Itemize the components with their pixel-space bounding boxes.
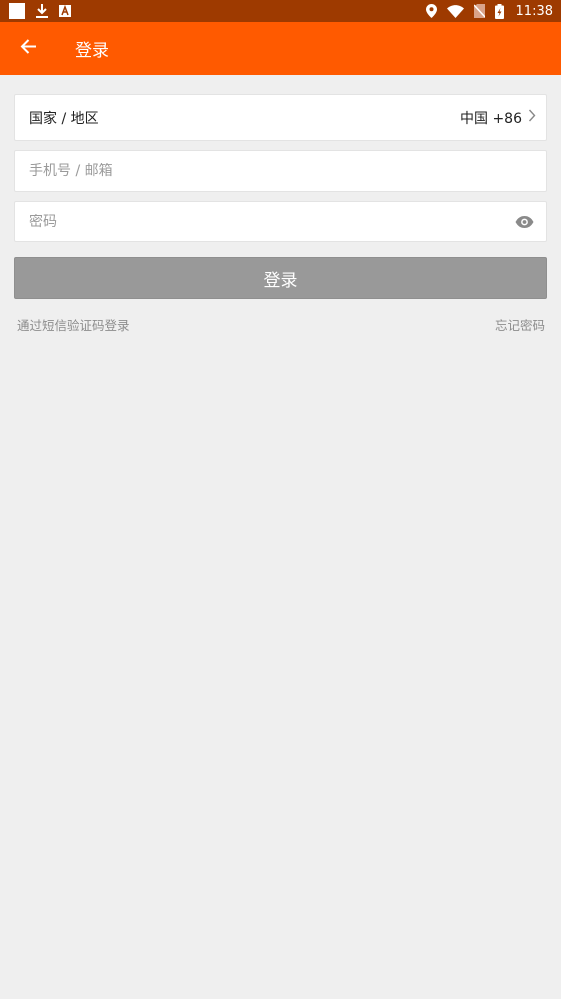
page-title: 登录 xyxy=(75,41,109,61)
login-button[interactable]: 登录 xyxy=(14,257,547,299)
download-icon xyxy=(35,3,49,19)
eye-icon[interactable] xyxy=(513,210,536,234)
font-a-icon xyxy=(59,5,71,17)
status-bar: 11:38 xyxy=(0,0,561,22)
country-selector[interactable]: 中国 +86 xyxy=(460,108,536,128)
app-bar: 登录 xyxy=(0,22,561,75)
status-right: 11:38 xyxy=(425,3,553,19)
arrow-left-icon xyxy=(20,38,37,59)
login-form: 国家 / 地区 中国 +86 登录 通过短信验证码登录 忘记密码 xyxy=(14,94,547,334)
country-region-row[interactable]: 国家 / 地区 中国 +86 xyxy=(14,94,547,141)
login-links: 通过短信验证码登录 忘记密码 xyxy=(14,315,547,334)
location-icon xyxy=(425,4,437,18)
phone-email-input[interactable] xyxy=(29,163,536,179)
battery-charging-icon xyxy=(494,3,504,19)
password-input[interactable] xyxy=(29,213,514,230)
forgot-password-link[interactable]: 忘记密码 xyxy=(495,315,545,334)
sms-login-link[interactable]: 通过短信验证码登录 xyxy=(17,315,130,334)
clock: 11:38 xyxy=(515,3,553,19)
status-left xyxy=(9,3,71,19)
wifi-icon xyxy=(446,4,464,18)
chevron-right-icon xyxy=(528,109,536,126)
country-code-value: 中国 +86 xyxy=(460,110,522,127)
notification-square-icon xyxy=(9,3,25,19)
phone-email-field[interactable] xyxy=(14,150,547,192)
back-button[interactable] xyxy=(0,22,56,75)
country-region-label: 国家 / 地区 xyxy=(29,110,99,127)
no-sim-icon xyxy=(473,4,485,18)
password-field[interactable] xyxy=(14,201,547,242)
